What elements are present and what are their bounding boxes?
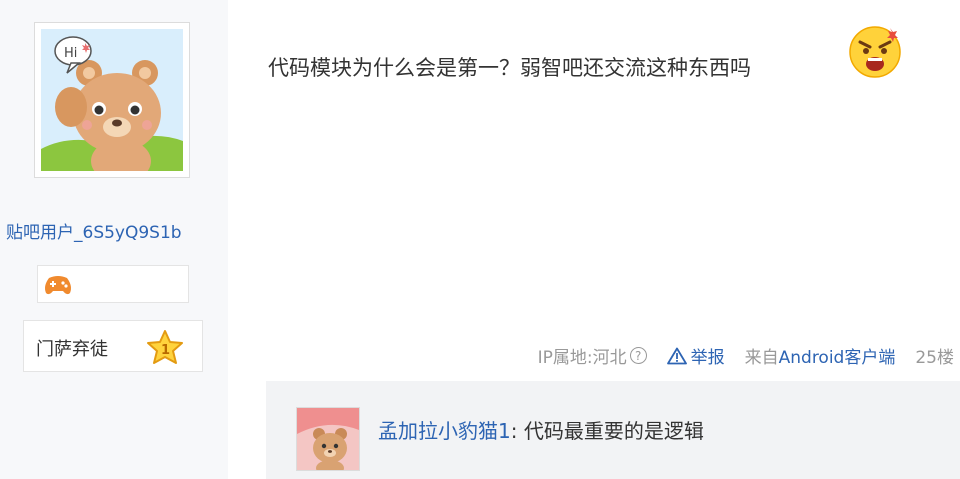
bear-reply-avatar-icon	[297, 408, 359, 470]
reply-username-link[interactable]: 孟加拉小豹猫1	[378, 419, 511, 443]
username-link[interactable]: 贴吧用户_6S5yQ9S1b	[6, 218, 224, 243]
user-column: Hi 贴吧用户_6S5yQ9S1b 门萨弃徒 1	[0, 0, 228, 479]
post-meta: IP属地:河北 ? 举报 来自 Android客户端 25楼	[538, 343, 954, 368]
floor-number: 25楼	[915, 348, 954, 368]
avatar-bubble-text: Hi	[64, 46, 77, 61]
help-icon[interactable]: ?	[629, 347, 647, 364]
reply-avatar[interactable]	[296, 407, 360, 471]
reply-colon: :	[510, 419, 524, 443]
angry-face-emoji-icon	[849, 26, 901, 78]
post-page: Hi 贴吧用户_6S5yQ9S1b 门萨弃徒 1 代码模块为什么会是第一？弱智吧…	[0, 0, 960, 479]
bear-hi-avatar-icon: Hi	[41, 29, 183, 171]
warning-triangle-icon	[666, 347, 687, 364]
reply-text: 代码最重要的是逻辑	[523, 419, 704, 443]
from-prefix: 来自	[744, 348, 779, 368]
user-level-box[interactable]: 门萨弃徒 1	[23, 320, 203, 372]
client-link[interactable]: Android客户端	[779, 343, 896, 368]
reply-area: 孟加拉小豹猫1: 代码最重要的是逻辑	[266, 381, 960, 479]
report-label: 举报	[690, 348, 725, 368]
post-content: 代码模块为什么会是第一？弱智吧还交流这种东西吗	[268, 56, 751, 80]
user-badge-box[interactable]	[37, 265, 189, 303]
report-button[interactable]: 举报	[666, 343, 725, 368]
ip-location: IP属地:河北	[537, 348, 627, 368]
user-avatar[interactable]: Hi	[34, 22, 190, 178]
level-number: 1	[161, 343, 170, 358]
level-star-icon: 1	[147, 330, 183, 364]
level-name: 门萨弃徒	[36, 339, 108, 360]
gamepad-icon	[45, 276, 71, 295]
reply-line: 孟加拉小豹猫1: 代码最重要的是逻辑	[378, 415, 704, 444]
